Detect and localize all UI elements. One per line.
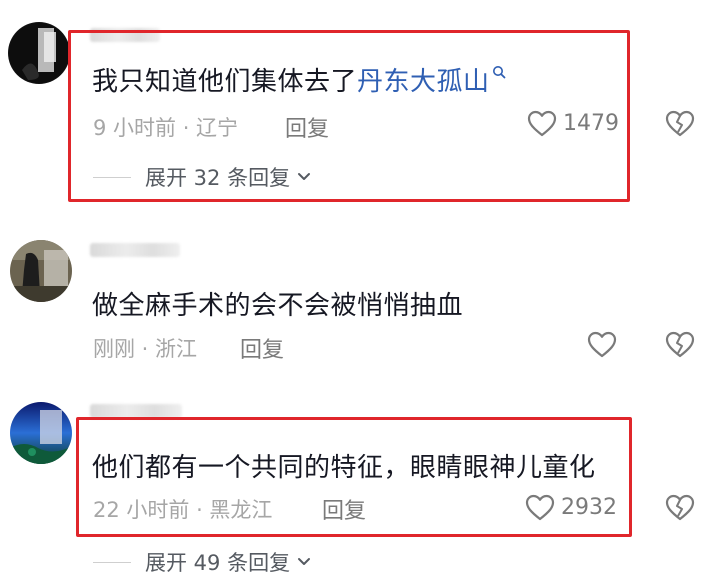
avatar[interactable] <box>10 402 72 464</box>
reply-button[interactable]: 回复 <box>240 332 284 364</box>
username[interactable] <box>90 404 182 418</box>
comment-meta: 刚刚 · 浙江 <box>93 337 198 361</box>
dislike-icon[interactable] <box>665 494 695 521</box>
avatar[interactable] <box>8 22 70 84</box>
heart-icon[interactable] <box>587 331 617 358</box>
dislike-icon[interactable] <box>665 331 695 358</box>
chevron-down-icon <box>298 558 311 565</box>
comment-item: 做全麻手术的会不会被悄悄抽血 刚刚 · 浙江 回复 <box>0 225 719 375</box>
avatar[interactable] <box>10 240 72 302</box>
highlight-box <box>76 417 632 537</box>
divider <box>93 561 131 563</box>
dislike-icon[interactable] <box>665 110 695 137</box>
expand-replies-button[interactable]: 展开 49 条回复 <box>93 547 312 577</box>
comment-text: 做全麻手术的会不会被悄悄抽血 <box>92 291 464 321</box>
highlight-box <box>68 30 630 202</box>
username[interactable] <box>90 243 180 257</box>
